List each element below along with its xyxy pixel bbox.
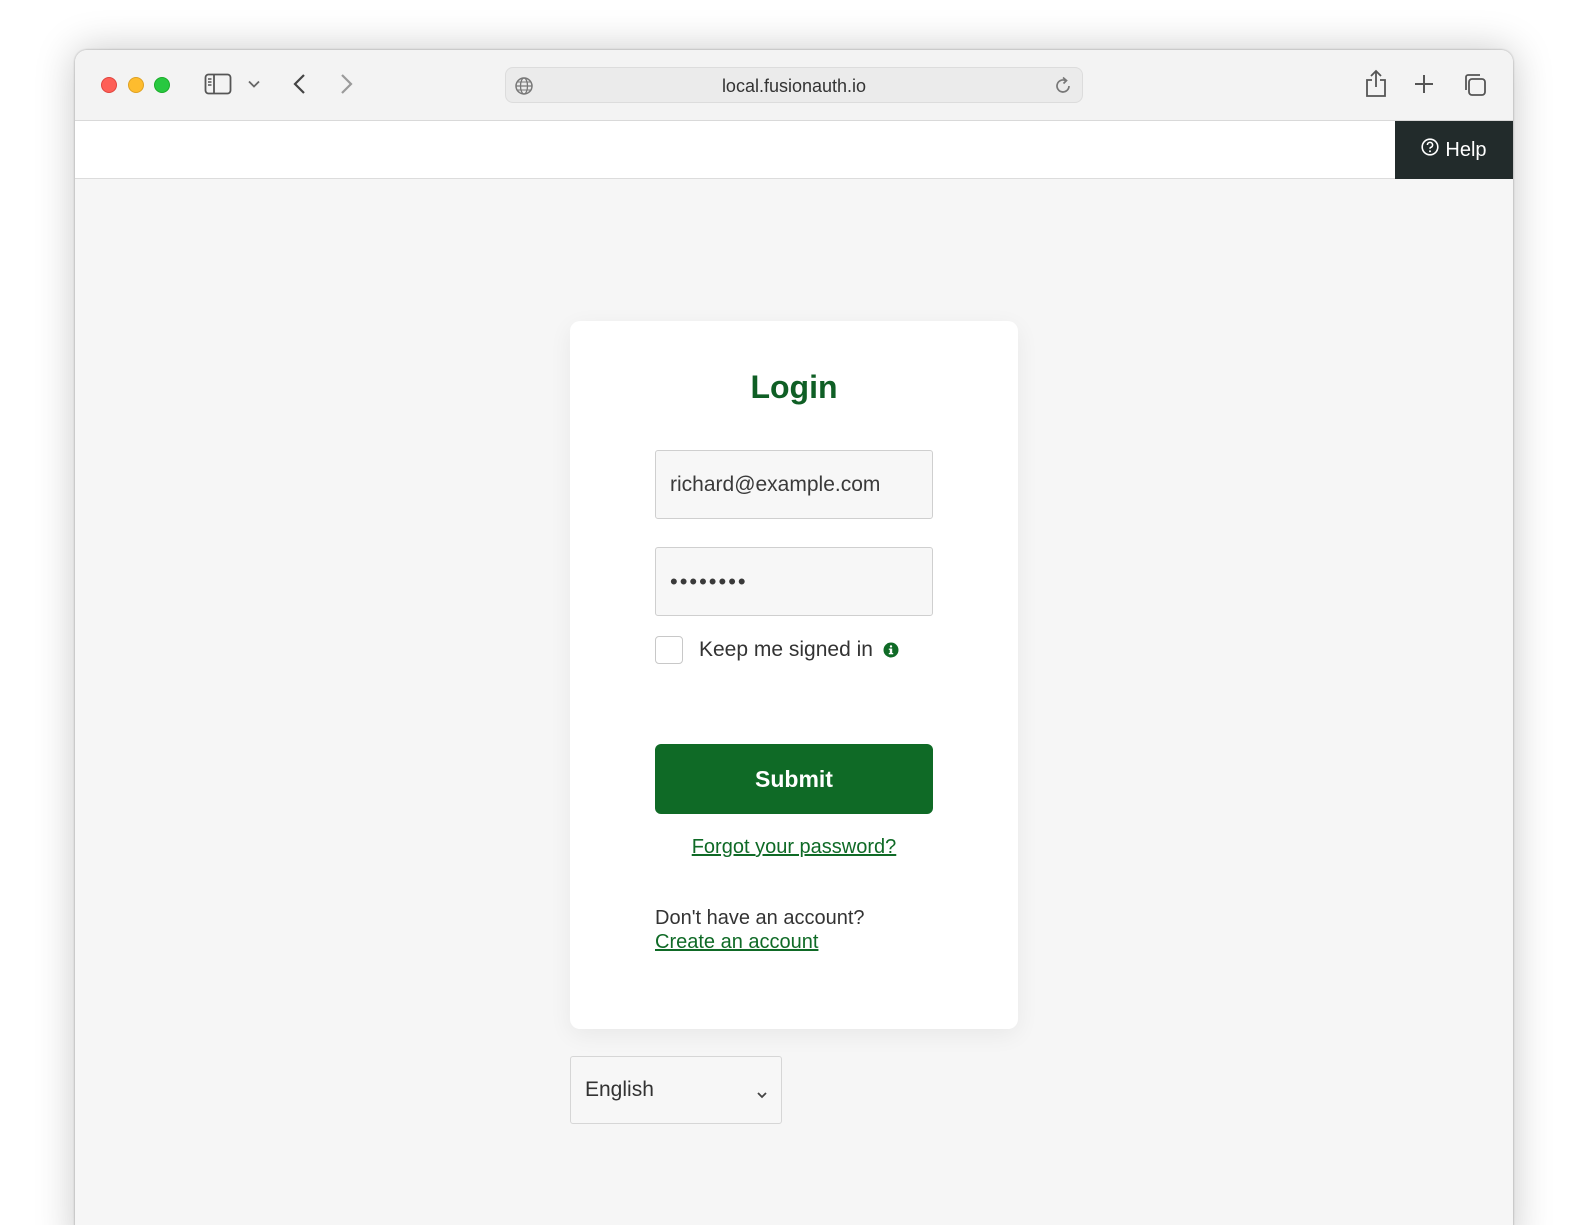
minimize-window-button[interactable]	[128, 77, 144, 93]
email-field[interactable]	[655, 450, 933, 519]
address-bar[interactable]: local.fusionauth.io	[505, 67, 1083, 103]
no-account-text: Don't have an account?	[655, 907, 865, 929]
back-icon[interactable]	[289, 72, 309, 96]
chevron-down-icon[interactable]	[247, 76, 261, 92]
sidebar-icon[interactable]	[203, 72, 233, 96]
info-icon[interactable]	[883, 642, 899, 658]
keep-signed-in-checkbox[interactable]	[655, 636, 683, 664]
language-selected-value: English	[585, 1078, 654, 1101]
chevron-down-icon	[755, 1084, 769, 1099]
browser-window: local.fusionauth.io Help Login Keep	[75, 50, 1513, 1225]
url-text: local.fusionauth.io	[721, 76, 867, 96]
language-select[interactable]: English	[570, 1056, 782, 1124]
question-circle-icon	[1421, 138, 1440, 162]
login-card: Login Keep me signed in Submit Forgot yo…	[570, 321, 1018, 1029]
page-title: Login	[750, 369, 838, 405]
help-button[interactable]: Help	[1395, 121, 1513, 179]
submit-button[interactable]: Submit	[655, 744, 933, 814]
help-label: Help	[1445, 138, 1487, 161]
share-icon[interactable]	[1363, 68, 1389, 98]
close-window-button[interactable]	[101, 77, 117, 93]
zoom-window-button[interactable]	[154, 77, 170, 93]
keep-signed-in-row: Keep me signed in	[655, 636, 899, 664]
plus-icon[interactable]	[1412, 72, 1436, 96]
forgot-password-link[interactable]: Forgot your password?	[570, 836, 1018, 859]
create-account-link[interactable]: Create an account	[655, 931, 818, 954]
app-header: Help	[75, 121, 1513, 179]
forward-icon[interactable]	[337, 72, 357, 96]
browser-toolbar: local.fusionauth.io	[75, 50, 1513, 121]
password-field[interactable]	[655, 547, 933, 616]
tabs-icon[interactable]	[1462, 72, 1488, 98]
reload-icon[interactable]	[1052, 75, 1074, 97]
keep-signed-in-label[interactable]: Keep me signed in	[699, 638, 873, 662]
